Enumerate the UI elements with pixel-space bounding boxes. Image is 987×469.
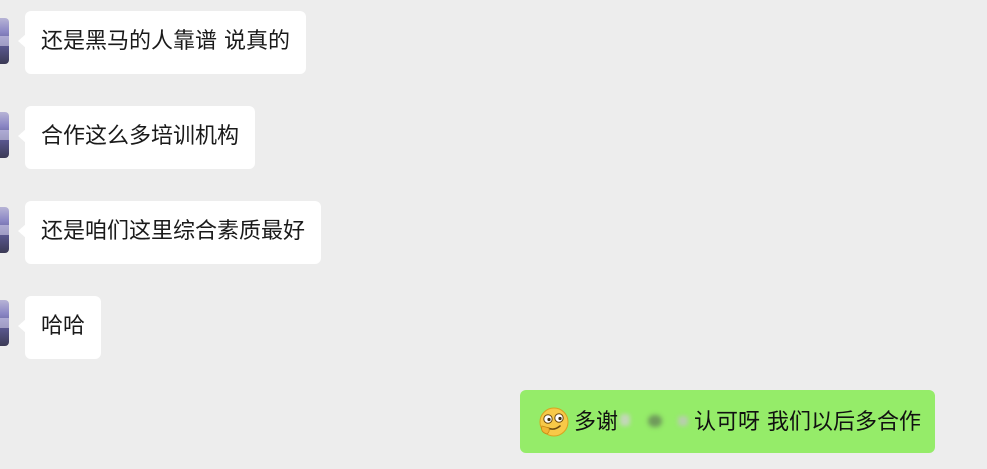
contact-avatar[interactable] [0, 18, 9, 64]
smirk-face-emoji-icon [538, 406, 570, 438]
redacted-name [620, 406, 692, 432]
message-bubble[interactable]: 还是咱们这里综合素质最好 [17, 201, 322, 264]
message-bubble[interactable]: 合作这么多培训机构 [17, 106, 256, 169]
message-text: 还是咱们这里综合素质最好 [41, 219, 306, 244]
contact-avatar[interactable] [0, 207, 9, 253]
reply-text-start: 多谢 [574, 410, 619, 435]
contact-avatar[interactable] [0, 112, 9, 158]
contact-avatar[interactable] [0, 300, 9, 346]
message-text: 哈哈 [41, 314, 86, 339]
message-text: 合作这么多培训机构 [41, 124, 240, 149]
message-text: 还是黑马的人靠谱 说真的 [41, 29, 290, 54]
message-bubble[interactable]: 哈哈 [17, 296, 102, 359]
message-bubble[interactable]: 还是黑马的人靠谱 说真的 [18, 11, 306, 74]
sent-message-bubble[interactable]: 多谢 认可呀 我们以后多合作 [520, 390, 936, 453]
reply-text-end: 认可呀 我们以后多合作 [694, 410, 922, 435]
